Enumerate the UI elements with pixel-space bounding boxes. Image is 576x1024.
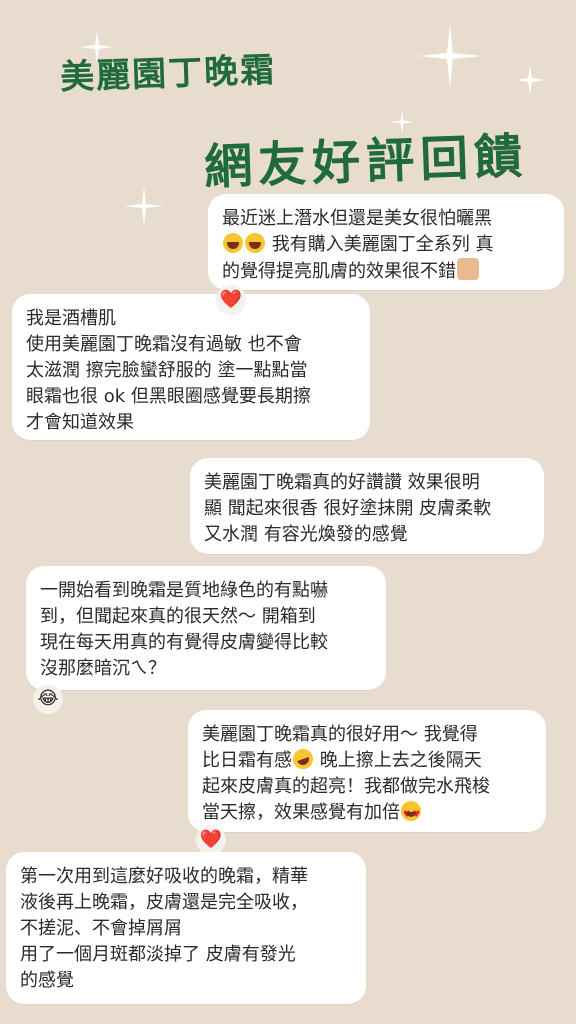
heart-reaction-icon: ❤️ [196, 825, 226, 855]
comment-line: 使用美麗園丁晚霜沒有過敏 也不會 [26, 334, 302, 355]
comment-line: 最近迷上潛水但還是美女很怕曬黑 [222, 208, 492, 229]
comment-line: 液後再上晚霜，皮膚還是完全吸收， [20, 892, 308, 913]
product-title: 美麗園丁晚霜 [59, 50, 277, 98]
comment-line: 顯 聞起來很香 很好塗抹開 皮膚柔軟 [204, 498, 492, 519]
comment-line: 一開始看到晚霜是質地綠色的有點嚇 [40, 580, 328, 601]
comment-line: 當天擦，效果感覺有加倍 [202, 802, 400, 823]
comment-bubble: 美麗園丁晚霜真的很好用～ 我覺得 比日霜有感 晚上擦上去之後隔天 起來皮膚真的超… [188, 710, 546, 832]
sparkle-icon [124, 186, 164, 226]
face-with-tears-of-joy-reaction-icon: 😂 [33, 684, 63, 714]
comment-line: 沒那麼暗沉ㄟ？ [40, 658, 166, 679]
comment-line: 才會知道效果 [26, 412, 134, 433]
comment-bubble: 第一次用到這麼好吸收的晚霜，精華 液後再上晚霜，皮膚還是完全吸收， 不搓泥、不會… [6, 852, 366, 1004]
comment-bubble: 最近迷上潛水但還是美女很怕曬黑 我有購入美麗園丁全系列 真 的覺得提亮肌膚的效果… [208, 194, 564, 290]
comment-bubble: 我是酒槽肌 使用美麗園丁晚霜沒有過敏 也不會 太滋潤 擦完臉蠻舒服的 塗一點點當… [12, 294, 370, 440]
comment-line: 到，但聞起來真的很天然～ 開箱到 [40, 606, 316, 627]
comment-line: 用了一個月斑都淡掉了 皮膚有發光 [20, 944, 296, 965]
comment-line: 眼霜也很 ok 但黑眼圈感覺要長期擦 [26, 386, 311, 407]
comment-line: 第一次用到這麼好吸收的晚霜，精華 [20, 866, 308, 887]
thumbs-up-icon [457, 258, 479, 280]
comment-line: 現在每天用真的有覺得皮膚變得比較 [40, 632, 328, 653]
comment-line: 比日霜有感 [202, 750, 292, 771]
comment-line: 不搓泥、不會掉屑屑 [20, 918, 182, 939]
comment-line: 起來皮膚真的超亮！我都做完水飛梭 [202, 776, 490, 797]
comment-line: 我有購入美麗園丁全系列 真 [271, 234, 494, 255]
comment-bubble: 一開始看到晚霜是質地綠色的有點嚇 到，但聞起來真的很天然～ 開箱到 現在每天用真… [26, 566, 386, 690]
comment-line: 的感覺 [20, 970, 74, 991]
comment-line: 又水潤 有容光煥發的感覺 [204, 524, 408, 545]
smiling-face-with-heart-eyes-icon [401, 801, 421, 828]
comment-line: 美麗園丁晚霜真的很好用～ 我覺得 [202, 724, 478, 745]
comment-line: 晚上擦上去之後隔天 [319, 750, 482, 771]
page-subtitle: 網友好評回饋 [203, 128, 530, 196]
rolling-on-floor-laughing-icon [290, 746, 316, 772]
comment-line: 太滋潤 擦完臉蠻舒服的 塗一點點當 [26, 360, 308, 381]
comment-line: 的覺得提亮肌膚的效果很不錯 [222, 261, 456, 282]
heart-reaction-icon: ❤️ [216, 285, 246, 315]
comment-line: 美麗園丁晚霜真的好讚讚 效果很明 [204, 472, 480, 493]
comment-bubble: 美麗園丁晚霜真的好讚讚 效果很明 顯 聞起來很香 很好塗抹開 皮膚柔軟 又水潤 … [190, 458, 544, 554]
grinning-squinting-face-icon [245, 233, 265, 253]
sparkle-icon [516, 66, 544, 94]
sparkle-icon [418, 24, 482, 88]
comment-line: 我是酒槽肌 [26, 308, 116, 329]
grinning-squinting-face-icon [223, 233, 243, 253]
